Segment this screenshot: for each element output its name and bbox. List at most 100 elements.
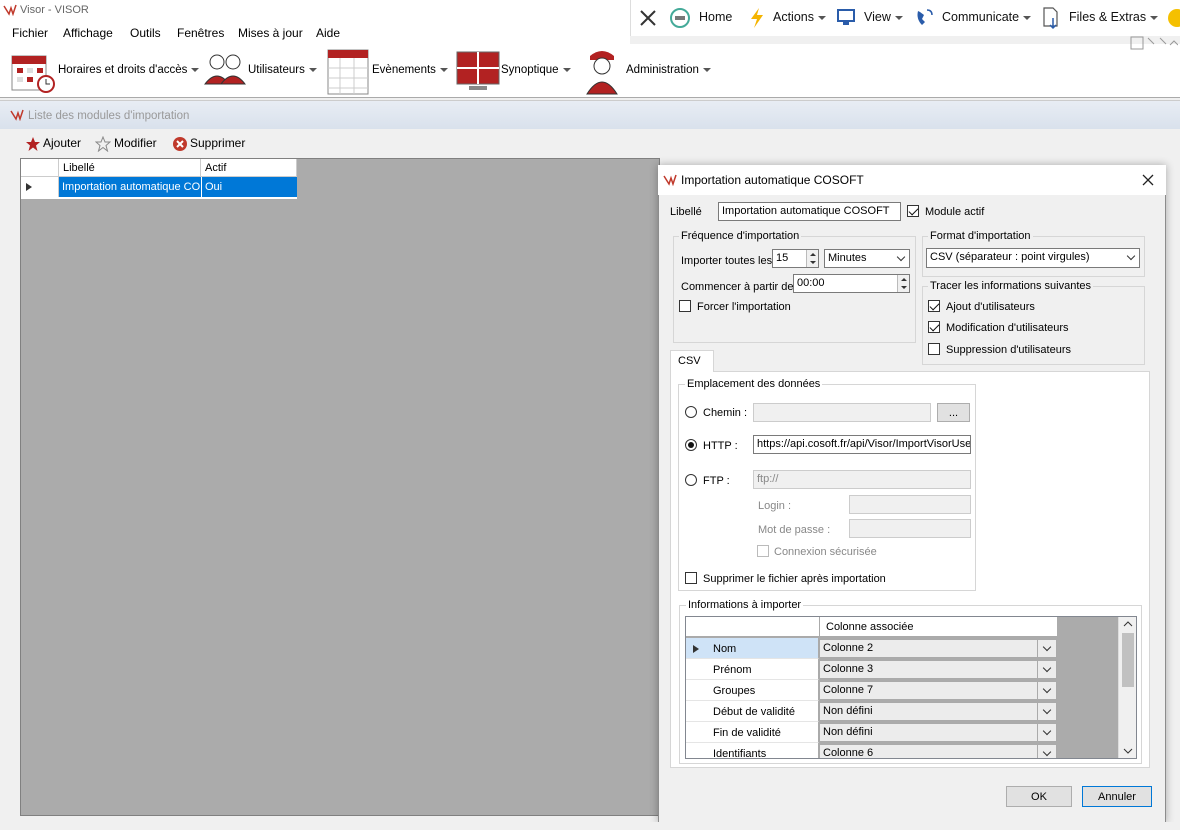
- force-label: Forcer l'importation: [697, 301, 791, 313]
- chevron-down-icon: [1042, 684, 1052, 694]
- format-select[interactable]: CSV (séparateur : point virgules): [926, 248, 1140, 268]
- module-actif-checkbox[interactable]: [907, 205, 919, 217]
- files-extras-button[interactable]: Files & Extras: [1069, 10, 1159, 24]
- ribbon-synoptique-label: Synoptique: [501, 64, 571, 76]
- column-header[interactable]: Colonne associée: [819, 617, 1057, 637]
- secure-checkbox[interactable]: [757, 545, 769, 557]
- table-row[interactable]: Nom Colonne 2: [686, 638, 1058, 659]
- password-input[interactable]: [849, 519, 971, 538]
- row-value-select[interactable]: Non défini: [819, 723, 1057, 742]
- chevron-down-icon: [1042, 726, 1052, 736]
- ribbon-utilisateurs[interactable]: Utilisateurs: [200, 44, 325, 98]
- suppr-checkbox[interactable]: [928, 343, 940, 355]
- chevron-down-icon: [1042, 663, 1052, 673]
- force-checkbox[interactable]: [679, 300, 691, 312]
- row-value-select[interactable]: Colonne 7: [819, 681, 1057, 700]
- row-name: Identifiants: [686, 743, 819, 758]
- ribbon-evenements[interactable]: Evènements: [324, 44, 454, 98]
- visor-logo-icon: [10, 109, 24, 121]
- star-add-icon: [26, 137, 40, 151]
- ribbon-horaires-label: Horaires et droits d'accès: [58, 64, 200, 76]
- table-row[interactable]: Début de validité Non défini: [686, 701, 1058, 722]
- table-row-actif[interactable]: Oui: [201, 177, 297, 197]
- ftp-radio[interactable]: [685, 474, 697, 486]
- login-label: Login :: [758, 500, 792, 512]
- libelle-input[interactable]: Importation automatique COSOFT: [718, 202, 901, 221]
- http-url-input[interactable]: https://api.cosoft.fr/api/Visor/ImportVi…: [753, 435, 971, 454]
- grid-header-actif[interactable]: Actif: [201, 159, 297, 177]
- infos-group-label: Informations à importer: [686, 599, 804, 611]
- row-value-select[interactable]: Colonne 6: [819, 744, 1057, 758]
- delete-after-checkbox[interactable]: [685, 572, 697, 584]
- menu-aide[interactable]: Aide: [316, 26, 340, 40]
- menu-fichier[interactable]: Fichier: [12, 26, 48, 40]
- row-value-select[interactable]: Colonne 2: [819, 639, 1057, 658]
- row-name: Fin de validité: [686, 722, 819, 743]
- synoptique-icon: [456, 51, 500, 90]
- row-value-select[interactable]: Non défini: [819, 702, 1057, 721]
- ribbon-utilisateurs-label: Utilisateurs: [248, 64, 317, 76]
- menu-mises-a-jour[interactable]: Mises à jour: [238, 26, 303, 40]
- ribbon-evenements-label: Evènements: [372, 64, 448, 76]
- ribbon-horaires[interactable]: Horaires et droits d'accès: [6, 44, 202, 98]
- chemin-input[interactable]: [753, 403, 931, 422]
- ribbon-administration[interactable]: Administration: [582, 44, 732, 98]
- chemin-radio[interactable]: [685, 406, 697, 418]
- row-value-select[interactable]: Colonne 3: [819, 660, 1057, 679]
- stepper-arrows-icon[interactable]: [806, 250, 818, 267]
- cancel-button[interactable]: Annuler: [1082, 786, 1152, 807]
- actions-button[interactable]: Actions: [773, 10, 826, 24]
- edit-button[interactable]: Modifier: [114, 136, 157, 150]
- start-time-input[interactable]: 00:00: [793, 274, 910, 293]
- table-row[interactable]: Fin de validité Non défini: [686, 722, 1058, 743]
- infos-grid-scrollbar[interactable]: [1118, 617, 1136, 758]
- window-controls-icon[interactable]: [1130, 36, 1178, 50]
- login-input[interactable]: [849, 495, 971, 514]
- delete-after-label: Supprimer le fichier après importation: [703, 573, 886, 585]
- ftp-input[interactable]: ftp://: [753, 470, 971, 489]
- delete-button[interactable]: Supprimer: [190, 136, 245, 150]
- ajout-checkbox[interactable]: [928, 300, 940, 312]
- http-radio[interactable]: [685, 439, 697, 451]
- importer-stepper[interactable]: 15: [772, 249, 819, 268]
- chemin-label: Chemin :: [703, 407, 748, 419]
- menu-affichage[interactable]: Affichage: [63, 26, 113, 40]
- browse-button[interactable]: ...: [937, 403, 970, 422]
- row-arrow-icon: [26, 183, 32, 191]
- table-row[interactable]: Prénom Colonne 3: [686, 659, 1058, 680]
- password-label: Mot de passe :: [758, 524, 831, 536]
- modif-checkbox[interactable]: [928, 321, 940, 333]
- ok-button[interactable]: OK: [1006, 786, 1072, 807]
- stepper-arrows-icon[interactable]: [897, 275, 909, 292]
- unit-select[interactable]: Minutes: [824, 249, 910, 268]
- tab-csv[interactable]: CSV: [670, 350, 714, 372]
- row-name: Début de validité: [686, 701, 819, 722]
- table-row-libelle[interactable]: Importation automatique CO...: [59, 177, 201, 197]
- table-row[interactable]: Groupes Colonne 7: [686, 680, 1058, 701]
- users-icon: [203, 54, 247, 85]
- calendar-clock-icon: [11, 55, 55, 93]
- table-row[interactable]: Identifiants Colonne 6: [686, 743, 1058, 758]
- close-x-icon[interactable]: [639, 9, 657, 27]
- add-button[interactable]: Ajouter: [43, 136, 81, 150]
- menu-fenetres[interactable]: Fenêtres: [177, 26, 224, 40]
- status-strip: [0, 822, 1180, 830]
- ribbon-synoptique[interactable]: Synoptique: [453, 44, 583, 98]
- dialog-title: Importation automatique COSOFT: [681, 173, 864, 187]
- row-name: Prénom: [686, 659, 819, 680]
- suppr-label: Suppression d'utilisateurs: [946, 344, 1072, 356]
- http-label: HTTP :: [703, 440, 738, 452]
- grid-header-libelle[interactable]: Libellé: [59, 159, 201, 177]
- view-button[interactable]: View: [864, 10, 903, 24]
- infos-grid: Colonne associée Nom Colonne 2 Prénom Co…: [685, 616, 1137, 759]
- close-icon[interactable]: [1142, 174, 1154, 186]
- home-button[interactable]: Home: [699, 10, 732, 24]
- admin-person-icon: [586, 51, 618, 95]
- events-grid-icon: [327, 49, 369, 95]
- smiley-icon[interactable]: [1165, 6, 1180, 28]
- menu-outils[interactable]: Outils: [130, 26, 161, 40]
- row-name: Nom: [686, 638, 819, 659]
- secure-label: Connexion sécurisée: [774, 546, 877, 558]
- modules-grid: Libellé Actif Importation automatique CO…: [21, 159, 297, 199]
- communicate-button[interactable]: Communicate: [942, 10, 1032, 24]
